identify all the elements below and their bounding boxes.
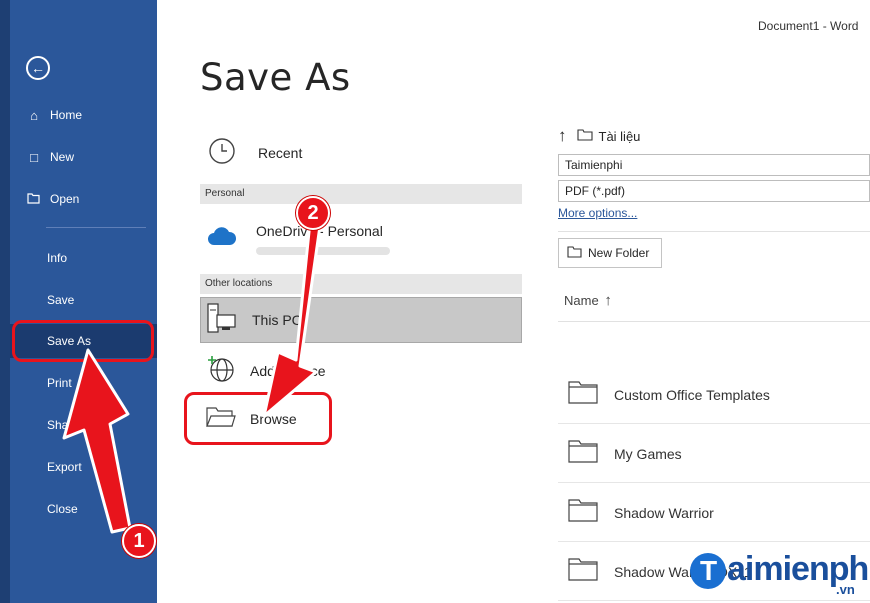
step-1-badge: 1 xyxy=(122,524,156,558)
word-backstage: ← ⌂ Home □ New Open Info Save Save As Pr… xyxy=(0,0,870,603)
watermark-badge: T xyxy=(690,553,726,589)
watermark-suffix: .vn xyxy=(836,582,855,597)
annotation-arrows xyxy=(62,220,322,534)
step-2-badge: 2 xyxy=(296,196,330,230)
